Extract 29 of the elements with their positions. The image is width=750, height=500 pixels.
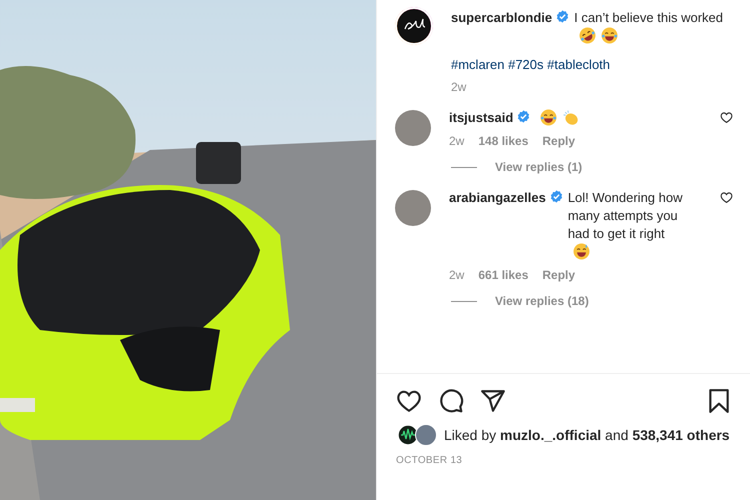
comment-username[interactable]: arabiangazelles <box>449 190 546 205</box>
video-still-drawing[interactable] <box>0 0 376 500</box>
grinning-sweat-face-icon <box>572 243 590 260</box>
post-time: 2w <box>451 79 466 96</box>
liker-avatar-icon[interactable] <box>397 424 419 446</box>
hashtag-link[interactable]: #720s <box>508 57 544 72</box>
like-icon[interactable] <box>396 388 422 414</box>
comment-icon[interactable] <box>438 388 464 414</box>
rolling-laughing-face-icon <box>579 27 596 44</box>
like-comment-icon[interactable] <box>720 111 733 124</box>
laughing-face-icon <box>601 27 618 44</box>
laughing-face-icon <box>540 109 558 126</box>
post-date: OCTOBER 13 <box>395 454 464 468</box>
comment-time: 2w <box>449 267 464 284</box>
commenter-avatar[interactable] <box>395 110 431 146</box>
author-username[interactable]: supercarblondie <box>451 10 552 25</box>
comment-text: Lol! Wondering how many attempts you had to get it right <box>568 189 684 243</box>
profile-avatar[interactable] <box>395 7 433 45</box>
liked-by-text: Liked by muzlo._.official and 538,341 others <box>444 426 730 445</box>
comment-time: 2w <box>449 133 464 150</box>
commenter-avatar[interactable] <box>395 190 431 226</box>
share-icon[interactable] <box>480 388 506 414</box>
hashtag-link[interactable]: #mclaren <box>451 57 504 72</box>
like-comment-icon[interactable] <box>720 191 733 204</box>
hashtag-link[interactable]: #tablecloth <box>547 57 610 72</box>
caption-text: I can’t believe this worked <box>574 9 723 27</box>
clapping-hands-icon <box>562 109 580 126</box>
liker-avatar[interactable] <box>415 424 437 446</box>
comment-username[interactable]: itsjustsaid <box>449 110 514 125</box>
